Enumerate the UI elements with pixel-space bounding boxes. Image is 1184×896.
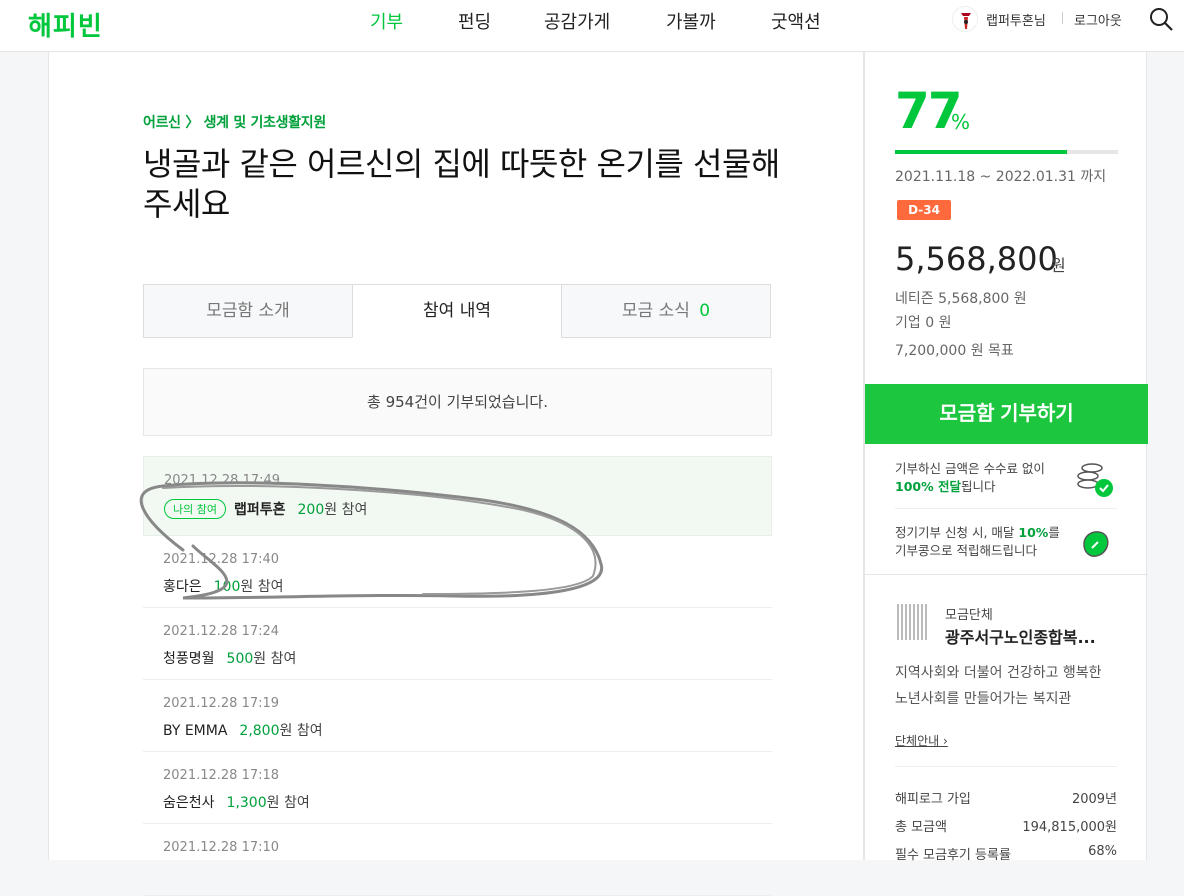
stat-label: 필수 모금후기 등록률 — [895, 848, 1011, 863]
dday-badge: D-34 — [897, 200, 951, 220]
org-logo[interactable] — [897, 604, 927, 640]
nav-donate[interactable]: 기부 — [370, 8, 403, 34]
donation-date: 2021.12.28 17:19 — [163, 696, 280, 711]
donate-button[interactable]: 모금함 기부하기 — [865, 384, 1148, 444]
stat-label: 총 모금액 — [895, 820, 947, 835]
donor-name: 랩퍼투혼 — [233, 502, 286, 518]
progress-fill — [895, 150, 1067, 154]
org-divider — [895, 766, 1117, 767]
donation-date: 2021.12.28 17:10 — [163, 840, 280, 855]
raised-amount-unit: 원 — [1051, 256, 1066, 275]
donation-row: 2021.12.28 17:49 나의 참여 랩퍼투혼 200원 참여 — [143, 456, 772, 536]
donation-row: 2021.12.28 17:40 홍다은 100원 참여 — [143, 536, 772, 608]
donation-line: 청풍명월 500원 참여 — [163, 648, 296, 668]
nav-visit[interactable]: 가볼까 — [666, 8, 716, 34]
tab-label: 모금함 소개 — [206, 301, 290, 321]
avatar-icon — [954, 8, 977, 31]
donation-unit: 원 참여 — [253, 651, 297, 667]
stat-value: 2009년 — [1071, 792, 1117, 807]
goal-amount: 7,200,000 원 목표 — [895, 343, 1014, 359]
nav-store[interactable]: 공감가게 — [544, 8, 610, 34]
header-divider — [1062, 12, 1063, 24]
donation-date: 2021.12.28 17:24 — [163, 624, 280, 639]
section-divider — [865, 574, 1148, 575]
campaign-tabs: 모금함 소개 참여 내역 모금 소식 0 — [143, 284, 772, 338]
tab-intro[interactable]: 모금함 소개 — [143, 284, 353, 338]
company-amount: 기업 0 원 — [895, 315, 952, 331]
netizen-amount: 네티즌 5,568,800 원 — [895, 291, 1027, 307]
donation-unit: 원 참여 — [279, 723, 323, 739]
org-name[interactable]: 광주서구노인종합복... — [945, 624, 1096, 648]
donation-row: 2021.12.28 17:10 — [143, 824, 772, 896]
donation-line: 홍다은 100원 참여 — [163, 576, 283, 596]
user-area: 랩퍼투혼님 로그아웃 — [952, 6, 1173, 32]
org-description: 지역사회와 더불어 건강하고 행복한 노년사회를 만들어가는 복지관 — [895, 665, 1102, 707]
raised-amount: 5,568,800 — [895, 240, 1058, 278]
campaign-sidebar: 77 % 2021.11.18 ~ 2022.01.31 까지 D-34 5,5… — [864, 52, 1148, 863]
donation-date: 2021.12.28 17:49 — [164, 473, 281, 488]
bean-icon — [1074, 522, 1116, 564]
nav-funding[interactable]: 펀딩 — [458, 8, 491, 34]
top-header: 해피빈 기부 펀딩 공감가게 가볼까 굿액션 랩퍼투혼님 로그아웃 — [0, 0, 1184, 52]
stat-row: 해피로그 가입 2009년 — [895, 788, 1117, 807]
fee-info-highlight: 100% 전달 — [895, 479, 961, 494]
tab-label: 모금 소식 — [621, 301, 690, 321]
stat-label: 해피로그 가입 — [895, 792, 971, 807]
logout-link[interactable]: 로그아웃 — [1074, 10, 1122, 29]
donation-row: 2021.12.28 17:18 숨은천사 1,300원 참여 — [143, 752, 772, 824]
donation-unit: 원 참여 — [240, 579, 284, 595]
campaign-title: 냉골과 같은 어르신의 집에 따뜻한 온기를 선물해주세요 — [143, 145, 780, 223]
user-avatar[interactable] — [952, 6, 978, 32]
donor-name: 숨은천사 — [163, 795, 215, 811]
nav-goodaction[interactable]: 굿액션 — [771, 8, 821, 34]
campaign-main: 어르신 〉 생계 및 기초생활지원 냉골과 같은 어르신의 집에 따뜻한 온기를… — [48, 52, 864, 896]
donation-row: 2021.12.28 17:19 BY EMMA 2,800원 참여 — [143, 680, 772, 752]
donation-line: BY EMMA 2,800원 참여 — [163, 720, 323, 740]
tab-label: 참여 내역 — [423, 301, 491, 321]
tab-history[interactable]: 참여 내역 — [352, 284, 562, 338]
search-icon[interactable] — [1148, 6, 1174, 32]
fee-info-tail: 됩니다 — [960, 479, 996, 494]
regular-info-tail: 기부콩으로 적립해드립니다 — [895, 543, 1037, 558]
coins-icon — [1074, 458, 1116, 500]
tab-news[interactable]: 모금 소식 0 — [561, 284, 771, 338]
regular-info-text: 정기기부 신청 시, 매달 — [895, 525, 1015, 540]
donation-line: 나의 참여 랩퍼투혼 200원 참여 — [164, 499, 367, 519]
org-label: 모금단체 — [945, 608, 993, 623]
donation-amount: 200 — [297, 502, 325, 518]
donation-amount: 100 — [213, 579, 241, 595]
stat-value: 68% — [1088, 844, 1117, 859]
campaign-period: 2021.11.18 ~ 2022.01.31 까지 — [895, 169, 1107, 185]
tab-count: 0 — [699, 301, 711, 321]
fee-info-text: 기부하신 금액은 수수료 없이 — [895, 461, 1045, 476]
donation-date: 2021.12.28 17:18 — [163, 768, 280, 783]
stat-row: 필수 모금후기 등록률 68% — [895, 844, 1117, 863]
info-divider — [895, 508, 1117, 509]
regular-info-mid: 를 — [1048, 525, 1060, 540]
donor-name: BY EMMA — [163, 723, 228, 739]
donor-name: 청풍명월 — [163, 651, 215, 667]
stat-value: 194,815,000원 — [1022, 820, 1117, 835]
donation-line: 숨은천사 1,300원 참여 — [163, 792, 310, 812]
donation-amount: 500 — [226, 651, 254, 667]
donation-date: 2021.12.28 17:40 — [163, 552, 280, 567]
donor-name: 홍다은 — [163, 579, 202, 595]
org-info-link[interactable]: 단체안내 › — [895, 732, 948, 749]
donation-unit: 원 참여 — [324, 502, 368, 518]
username[interactable]: 랩퍼투혼님 — [986, 10, 1046, 29]
donation-row: 2021.12.28 17:24 청풍명월 500원 참여 — [143, 608, 772, 680]
donation-list: 2021.12.28 17:49 나의 참여 랩퍼투혼 200원 참여 2021.1… — [143, 456, 772, 896]
donation-summary: 총 954건이 기부되었습니다. — [143, 368, 772, 436]
donation-amount: 2,800 — [239, 723, 280, 739]
stat-row: 총 모금액 194,815,000원 — [895, 816, 1117, 835]
campaign-category[interactable]: 어르신 〉 생계 및 기초생활지원 — [143, 112, 326, 132]
donation-amount: 1,300 — [226, 795, 267, 811]
regular-info-highlight: 10% — [1018, 525, 1049, 540]
donation-unit: 원 참여 — [266, 795, 310, 811]
my-donation-badge: 나의 참여 — [164, 499, 226, 519]
progress-bar — [895, 150, 1118, 154]
progress-percent-unit: % — [951, 110, 971, 134]
